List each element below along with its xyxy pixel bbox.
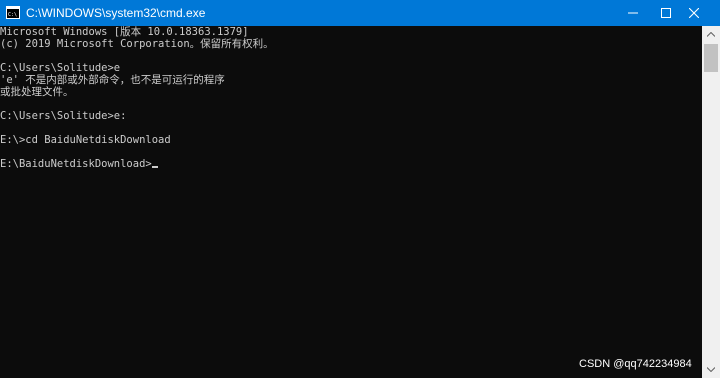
console-output[interactable]: Microsoft Windows [版本 10.0.18363.1379] (… — [0, 26, 702, 378]
scroll-down-button[interactable] — [702, 361, 720, 378]
watermark: CSDN @qq742234984 — [579, 358, 692, 370]
text-cursor — [151, 166, 158, 168]
console-line: 'e' 不是内部或外部命令，也不是可运行的程序 — [0, 74, 225, 86]
vertical-scrollbar[interactable] — [702, 26, 720, 378]
scrollbar-thumb[interactable] — [704, 44, 718, 72]
console-line: C:\Users\Solitude>e — [0, 62, 121, 74]
minimize-icon — [628, 12, 638, 14]
scroll-up-button[interactable] — [702, 26, 720, 43]
console-line: C:\Users\Solitude>e: — [0, 110, 127, 122]
cmd-prompt-icon: C:\ — [6, 6, 20, 19]
console-line: Microsoft Windows [版本 10.0.18363.1379] — [0, 26, 249, 38]
chevron-up-icon — [707, 32, 715, 37]
window-title: C:\WINDOWS\system32\cmd.exe — [26, 6, 206, 20]
console-line: 或批处理文件。 — [0, 86, 74, 98]
prompt-line: E:\BaiduNetdiskDownload> — [0, 158, 158, 170]
console-line: (c) 2019 Microsoft Corporation。保留所有权利。 — [0, 38, 274, 50]
chevron-down-icon — [707, 367, 715, 372]
close-button[interactable] — [668, 0, 720, 26]
prompt-text: E:\BaiduNetdiskDownload> — [0, 158, 152, 170]
svg-text:C:\: C:\ — [8, 12, 17, 18]
title-bar[interactable]: C:\ C:\WINDOWS\system32\cmd.exe — [0, 0, 720, 26]
cmd-window: C:\ C:\WINDOWS\system32\cmd.exe Microsof… — [0, 0, 720, 378]
console-line: E:\>cd BaiduNetdiskDownload — [0, 134, 171, 146]
close-icon — [689, 8, 699, 18]
